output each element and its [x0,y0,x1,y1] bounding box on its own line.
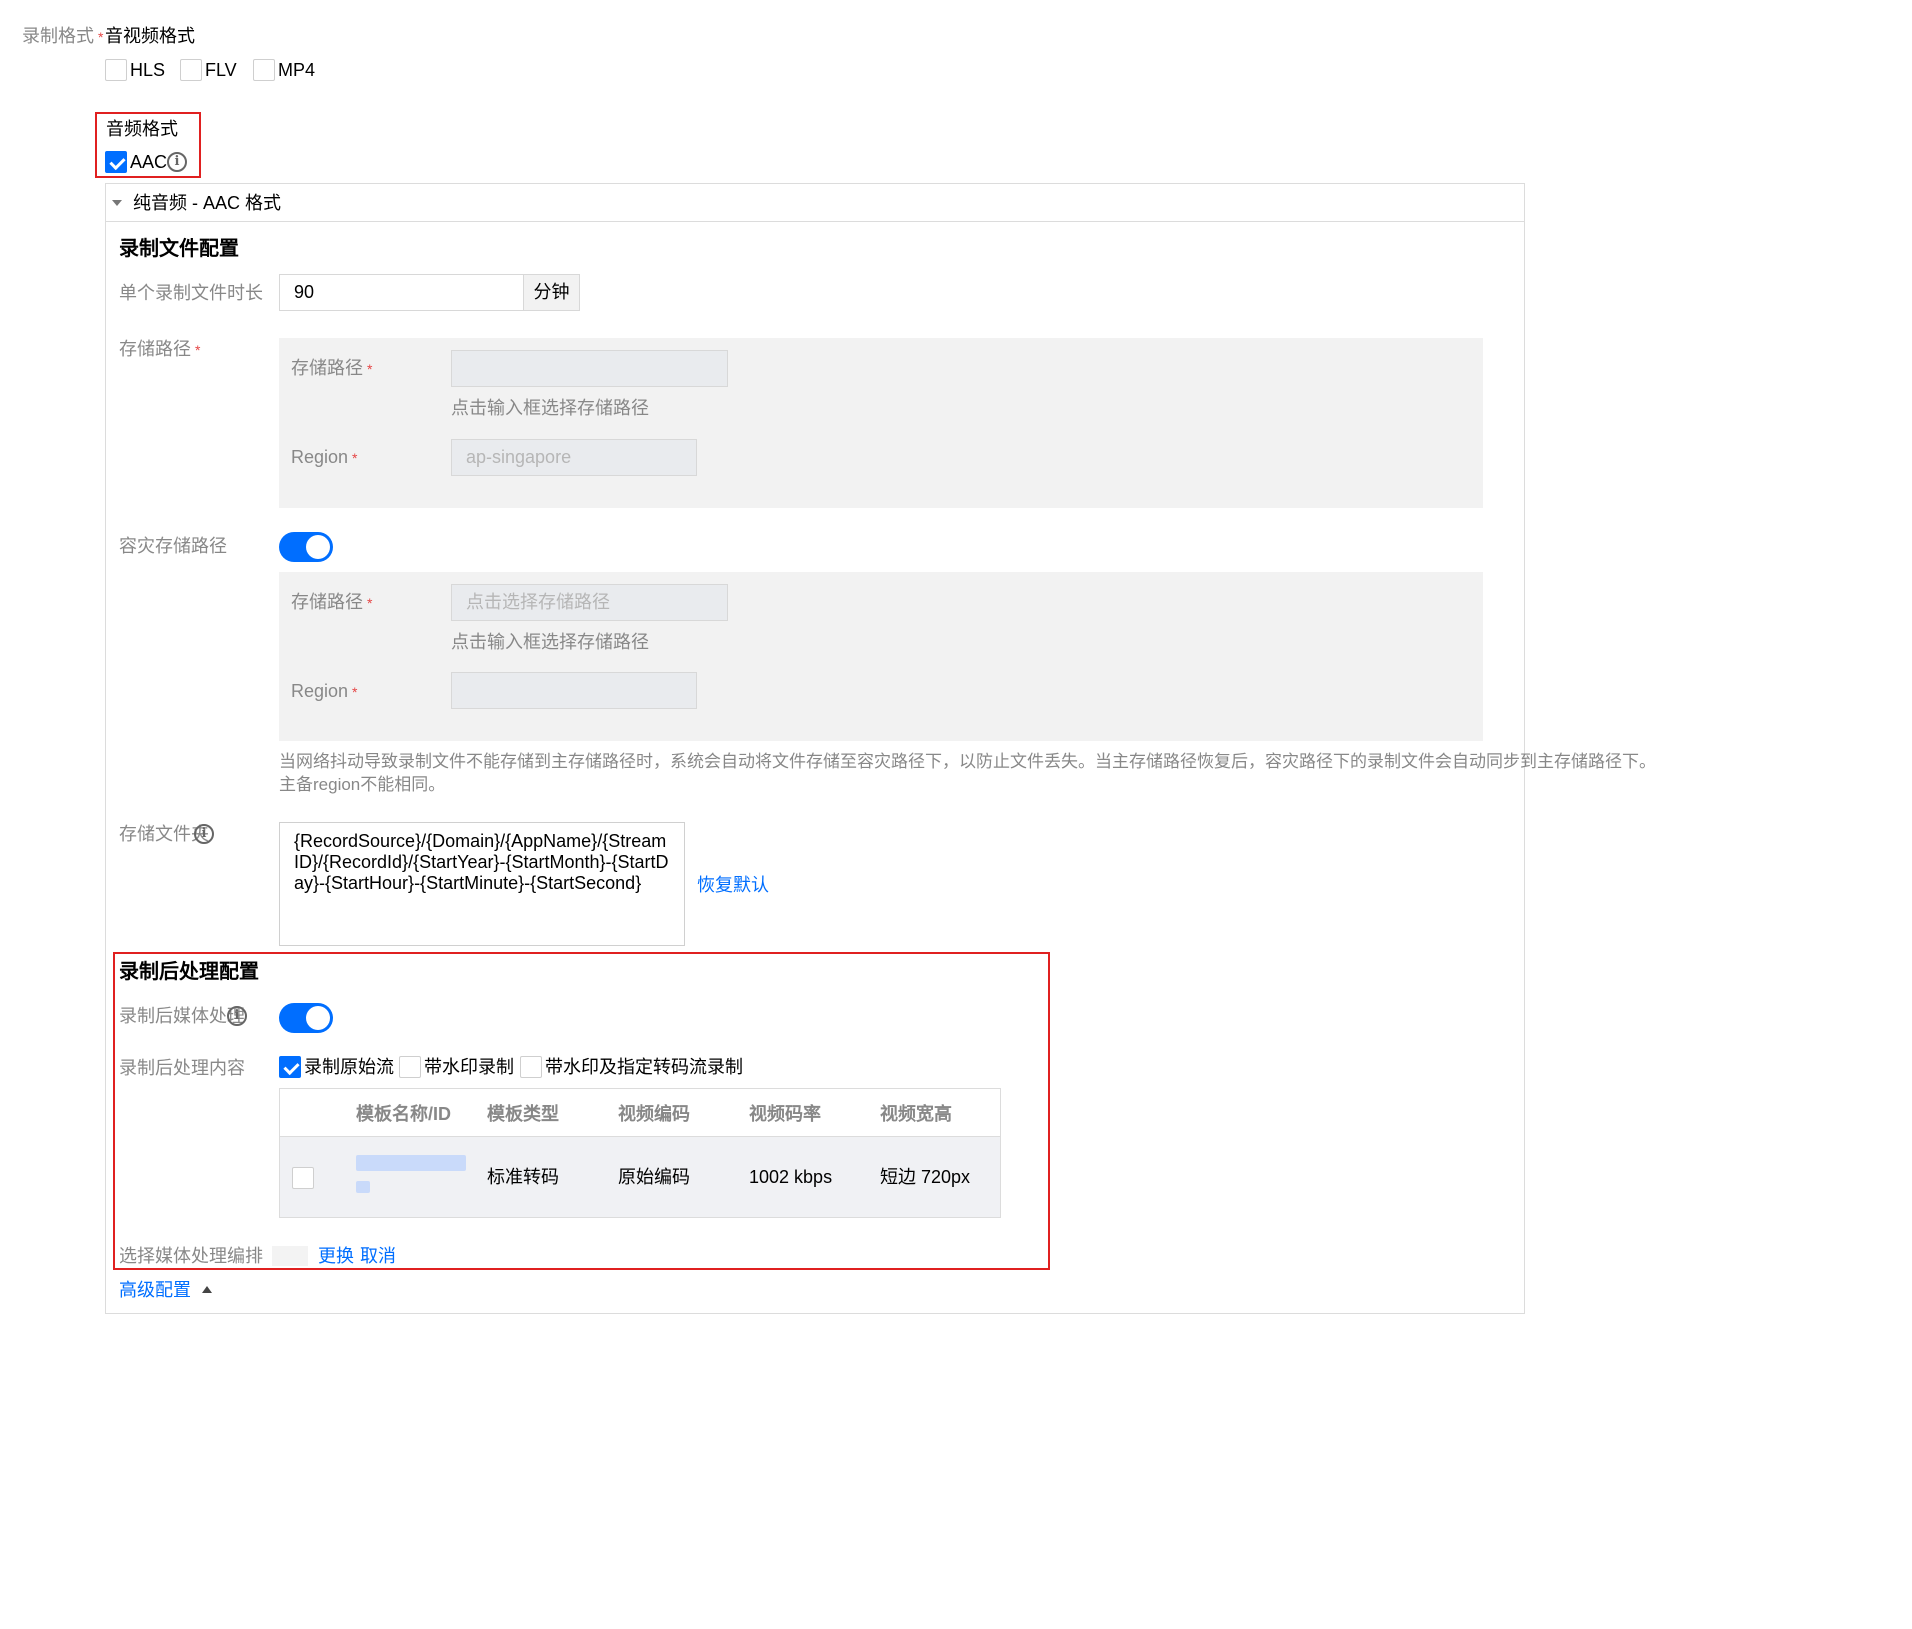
required-mark: * [98,29,104,45]
duration-input[interactable]: 90 [279,274,525,311]
cell-template-type: 标准转码 [487,1167,559,1187]
required-mark: * [195,342,201,358]
th-template-type: 模板类型 [487,1104,559,1124]
post-processing-title: 录制后处理配置 [119,961,259,983]
watermark-transcode-checkbox[interactable] [520,1056,542,1078]
required-mark: * [352,450,358,466]
restore-default-link[interactable]: 恢复默认 [697,874,769,896]
toggle-knob [306,535,330,559]
required-mark: * [367,595,373,611]
post-media-toggle[interactable] [279,1003,333,1033]
storage-path-hint: 点击输入框选择存储路径 [451,398,649,418]
orchestration-label: 选择媒体处理编排 [119,1246,263,1266]
backup-region-input[interactable] [451,672,697,709]
backup-path-input[interactable]: 点击选择存储路径 [451,584,728,621]
post-media-info-icon[interactable]: i [227,1006,247,1026]
advanced-config-link[interactable]: 高级配置 [119,1280,191,1300]
flv-label: FLV [205,60,237,80]
backup-description-line1: 当网络抖动导致录制文件不能存储到主存储路径时，系统会自动将文件存储至容灾路径下，… [279,752,1656,771]
storage-path-input[interactable] [451,350,728,387]
backup-storage-toggle[interactable] [279,532,333,562]
th-video-bitrate: 视频码率 [749,1104,821,1124]
flv-checkbox[interactable] [180,59,202,81]
backup-description-line2: 主备region不能相同。 [279,775,446,794]
mp4-checkbox[interactable] [253,59,275,81]
th-video-codec: 视频编码 [618,1104,690,1124]
collapse-header[interactable]: 纯音频 - AAC 格式 [105,183,1525,222]
template-name-cell [356,1155,466,1195]
backup-storage-label: 容灾存储路径 [119,536,227,556]
watermark-transcode-label: 带水印及指定转码流录制 [545,1057,743,1077]
cancel-link[interactable]: 取消 [360,1245,396,1267]
backup-path-label: 存储路径 * [291,592,373,612]
th-video-size: 视频宽高 [880,1104,952,1124]
redacted-template-name [356,1155,466,1171]
mp4-label: MP4 [278,60,316,80]
collapse-title: 纯音频 - AAC 格式 [133,193,282,213]
cell-video-codec: 原始编码 [618,1167,690,1187]
av-format-title: 音视频格式 [105,26,195,46]
watermark-checkbox[interactable] [399,1056,421,1078]
cell-video-size: 短边 720px [880,1167,971,1187]
storage-region-input[interactable]: ap-singapore [451,439,697,476]
th-template-name: 模板名称/ID [356,1104,452,1124]
storage-path-label: 存储路径 * [291,358,373,378]
folder-info-icon[interactable]: i [194,824,214,844]
table-row[interactable]: 标准转码 原始编码 1002 kbps 短边 720px [280,1137,1000,1217]
backup-region-label: Region * [291,681,358,701]
hls-option[interactable] [105,58,131,84]
record-original-label: 录制原始流 [304,1057,394,1077]
watermark-label: 带水印录制 [424,1057,514,1077]
cell-video-bitrate: 1002 kbps [749,1167,833,1187]
aac-info-icon[interactable]: i [167,152,187,172]
aac-checkbox[interactable] [105,151,127,173]
duration-unit: 分钟 [523,274,580,311]
advanced-config-toggle[interactable]: 高级配置 [119,1279,213,1301]
hls-label: HLS [130,60,166,80]
toggle-knob [306,1006,330,1030]
required-mark: * [352,684,358,700]
caret-up-icon [202,1285,213,1293]
required-mark: * [367,361,373,377]
storage-label: 存储路径 * [119,339,201,359]
aac-label: AAC [130,152,168,172]
post-content-label: 录制后处理内容 [119,1058,245,1078]
storage-folder-textarea[interactable]: {RecordSource}/{Domain}/{AppName}/{Strea… [279,822,685,946]
storage-region-label: Region * [291,447,358,467]
redacted-template-id [356,1181,370,1193]
hls-checkbox[interactable] [105,59,127,81]
record-format-label: 录制格式 * [22,26,104,46]
record-original-checkbox[interactable] [279,1056,301,1078]
caret-down-icon [112,200,122,206]
table-header: 模板名称/ID 模板类型 视频编码 视频码率 视频宽高 [280,1089,1000,1137]
file-config-title: 录制文件配置 [119,238,239,260]
duration-label: 单个录制文件时长 [119,283,263,303]
backup-path-hint: 点击输入框选择存储路径 [451,632,649,652]
audio-format-title: 音频格式 [106,119,178,139]
redacted-orchestration [272,1246,308,1266]
row-checkbox[interactable] [292,1167,314,1189]
replace-link[interactable]: 更换 [318,1245,354,1267]
